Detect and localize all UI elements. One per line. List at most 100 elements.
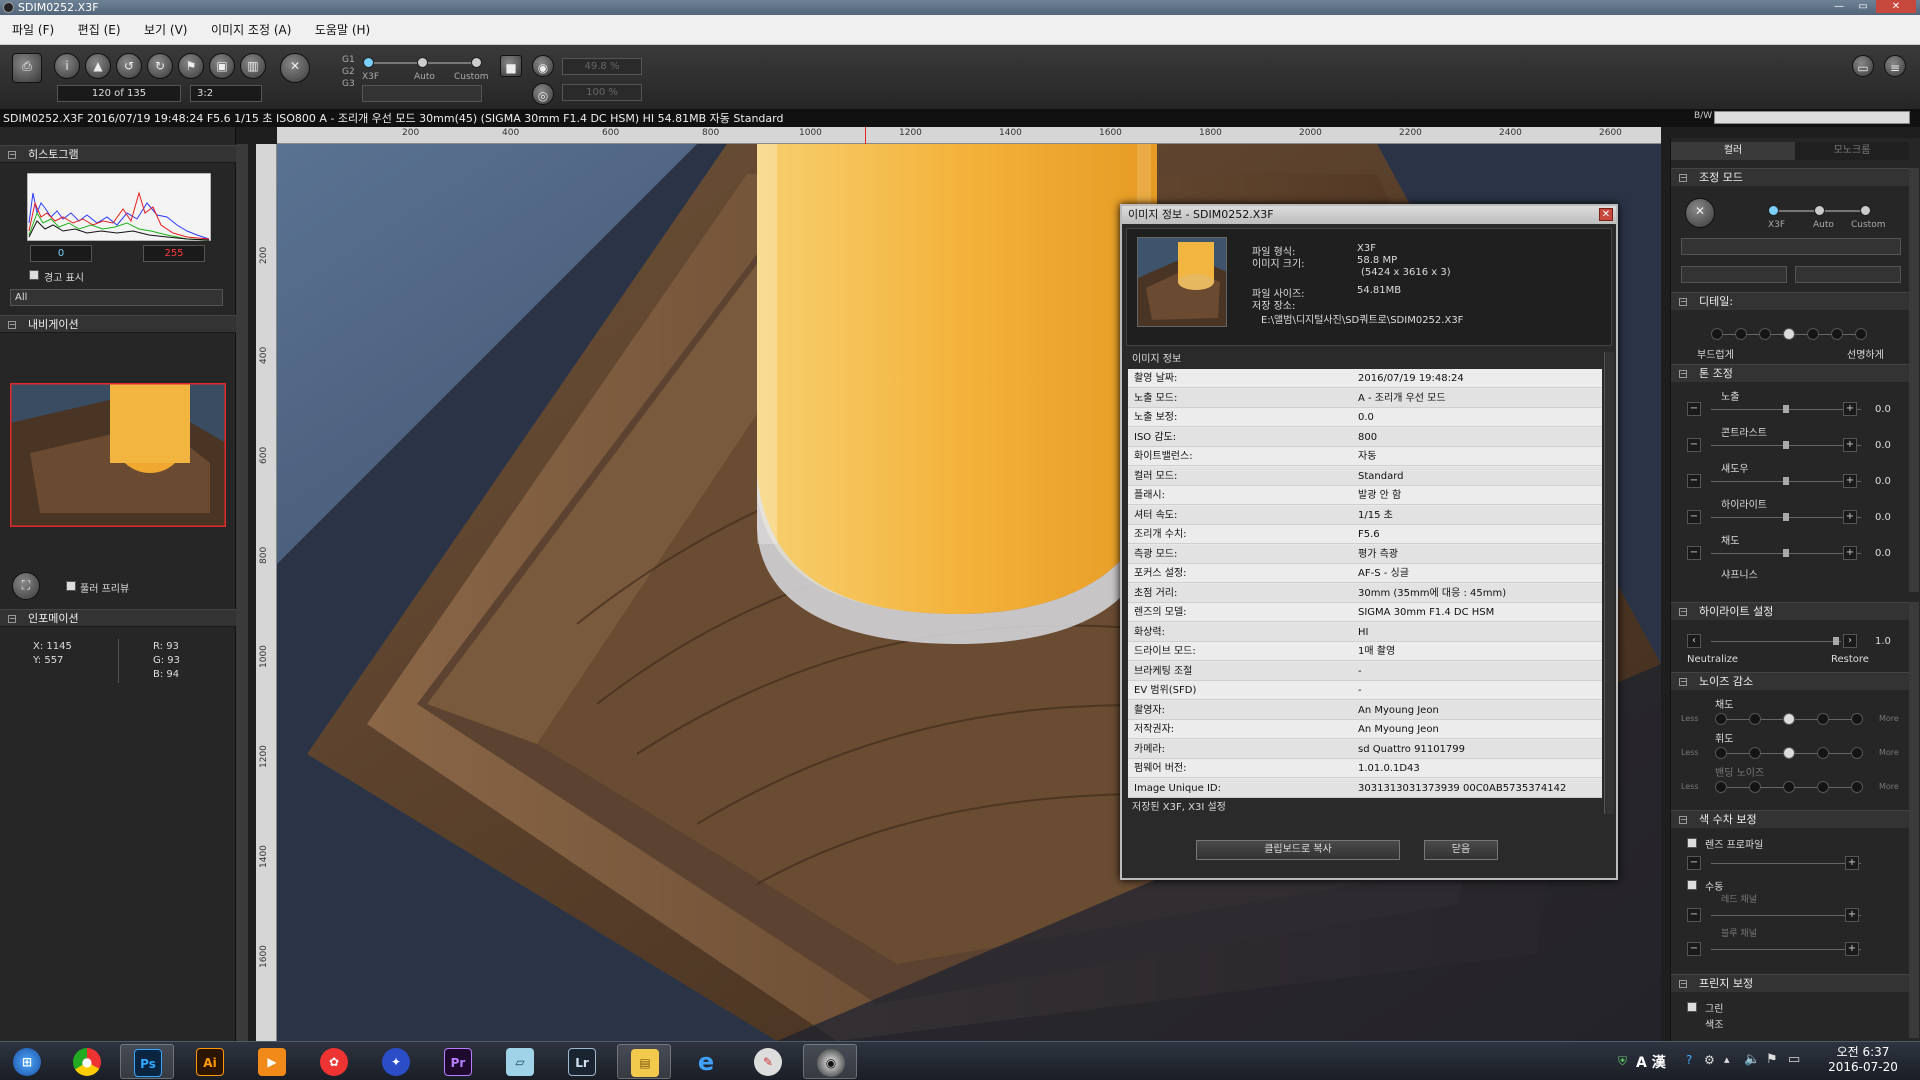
image-counter[interactable]: 120 of 135 <box>57 85 181 102</box>
hist-max-input[interactable]: 255 <box>143 245 205 262</box>
menu-edit[interactable]: 편집 (E) <box>70 15 129 45</box>
mode-select[interactable] <box>362 85 482 102</box>
collapse-icon[interactable]: − <box>8 615 16 623</box>
highlight-handle[interactable] <box>1783 513 1789 521</box>
menu-file[interactable]: 파일 (F) <box>4 15 62 45</box>
channel-select[interactable]: All <box>10 289 223 306</box>
flag-tray-icon[interactable]: ⚑ <box>1766 1052 1778 1067</box>
red-channel-track[interactable] <box>1711 915 1861 916</box>
full-preview-icon[interactable]: ⛶ <box>12 572 40 600</box>
taskbar-camera-app[interactable]: ✿ <box>307 1044 361 1079</box>
taskbar-illustrator[interactable]: Ai <box>183 1044 237 1079</box>
compare-icon[interactable]: ■ <box>500 55 522 77</box>
system-clock[interactable]: 오전 6:37 2016-07-20 <box>1818 1045 1908 1075</box>
mode-slider-knob-auto[interactable] <box>417 57 428 68</box>
taskbar-paint[interactable]: ✎ <box>741 1044 795 1079</box>
hist-min-input[interactable]: 0 <box>30 245 92 262</box>
menu-image-adjust[interactable]: 이미지 조정 (A) <box>203 15 299 45</box>
noise-step[interactable] <box>1817 747 1829 759</box>
minus-icon[interactable]: − <box>1687 474 1701 488</box>
noise-step[interactable] <box>1749 713 1761 725</box>
maximize-button[interactable]: ▭ <box>1852 0 1874 13</box>
ratio-select[interactable]: 3:2 <box>190 85 262 102</box>
lock-icon[interactable]: ▣ <box>209 53 235 79</box>
detail-step[interactable] <box>1759 328 1771 340</box>
detail-step[interactable] <box>1807 328 1819 340</box>
stamp-icon[interactable]: ▲ <box>85 53 111 79</box>
left-panel-scrollbar[interactable] <box>236 144 248 1041</box>
trash-icon[interactable]: ▥ <box>240 53 266 79</box>
start-button[interactable]: ⊞ <box>0 1044 54 1079</box>
dialog-title-bar[interactable]: 이미지 정보 - SDIM0252.X3F <box>1122 206 1616 224</box>
shield-icon[interactable]: ⛨ <box>1618 1054 1627 1069</box>
collapse-icon[interactable]: − <box>1679 370 1687 378</box>
zoom-fit-value[interactable]: 49.8 % <box>562 58 642 75</box>
minus-icon[interactable]: − <box>1687 510 1701 524</box>
mode-slider-knob-x3f[interactable] <box>363 57 374 68</box>
contrast-handle[interactable] <box>1783 441 1789 449</box>
noise-step[interactable] <box>1715 747 1727 759</box>
plus-icon[interactable]: + <box>1843 546 1857 560</box>
noise-step-selected[interactable] <box>1783 713 1795 725</box>
adjust-mode-header[interactable]: − 조정 모드 <box>1671 168 1909 186</box>
color-correction-header[interactable]: − 색 수차 보정 <box>1671 810 1909 828</box>
noise-step[interactable] <box>1851 781 1863 793</box>
info-icon[interactable]: i <box>54 53 80 79</box>
noise-step[interactable] <box>1817 713 1829 725</box>
rotate-left-icon[interactable]: ↺ <box>116 53 142 79</box>
highlight-setting-header[interactable]: − 하이라이트 설정 <box>1671 602 1909 620</box>
collapse-icon[interactable]: − <box>1679 980 1687 988</box>
dialog-close-icon[interactable]: ✕ <box>1599 208 1613 221</box>
collapse-icon[interactable]: − <box>8 151 16 159</box>
collapse-icon[interactable]: − <box>1679 174 1687 182</box>
plus-icon[interactable]: + <box>1843 510 1857 524</box>
highlight-setting-handle[interactable] <box>1833 637 1839 645</box>
minus-icon[interactable]: − <box>1687 402 1701 416</box>
full-preview-checkbox[interactable] <box>66 581 76 591</box>
noise-step[interactable] <box>1783 781 1795 793</box>
minimize-button[interactable]: — <box>1828 0 1850 13</box>
minus-icon[interactable]: − <box>1687 546 1701 560</box>
network-icon[interactable]: ▭ <box>1788 1052 1800 1067</box>
ime-indicator[interactable]: A 漢 <box>1636 1052 1666 1072</box>
histogram-header[interactable]: − 히스토그램 <box>0 145 236 163</box>
settings-icon[interactable]: ⚙ <box>1704 1053 1715 1067</box>
menu-list-icon[interactable]: ≡ <box>1884 55 1906 77</box>
noise-step[interactable] <box>1749 781 1761 793</box>
detail-step[interactable] <box>1855 328 1867 340</box>
chevron-up-icon[interactable]: ▴ <box>1724 1053 1730 1066</box>
taskbar-notes[interactable]: ▱ <box>493 1044 547 1079</box>
minus-icon[interactable]: − <box>1687 856 1701 870</box>
adjust-mode-knob-x3f[interactable] <box>1768 205 1779 216</box>
taskbar-lightroom[interactable]: Lr <box>555 1044 609 1079</box>
green-checkbox[interactable] <box>1687 1002 1697 1012</box>
dialog-scrollbar[interactable] <box>1604 352 1614 814</box>
detail-step[interactable] <box>1735 328 1747 340</box>
lens-profile-track[interactable] <box>1711 863 1861 864</box>
tab-color[interactable]: 컬러 <box>1671 142 1795 160</box>
adjust-mode-knob-custom[interactable] <box>1860 205 1871 216</box>
noise-step[interactable] <box>1715 781 1727 793</box>
exposure-handle[interactable] <box>1783 405 1789 413</box>
fringe-header[interactable]: − 프린지 보정 <box>1671 974 1909 992</box>
noise-step[interactable] <box>1851 747 1863 759</box>
collapse-icon[interactable]: − <box>1679 298 1687 306</box>
help-icon[interactable]: ? <box>1686 1053 1692 1067</box>
taskbar-browser[interactable]: ✦ <box>369 1044 423 1079</box>
lens-profile-checkbox[interactable] <box>1687 838 1697 848</box>
taskbar-media-player[interactable]: ▶ <box>245 1044 299 1079</box>
information-header[interactable]: − 인포메이션 <box>0 609 236 627</box>
taskbar-premiere[interactable]: Pr <box>431 1044 485 1079</box>
plus-icon[interactable]: + <box>1843 474 1857 488</box>
noise-header[interactable]: − 노이즈 감소 <box>1671 672 1909 690</box>
plus-icon[interactable]: + <box>1845 908 1859 922</box>
menu-help[interactable]: 도움말 (H) <box>307 15 378 45</box>
aperture-icon[interactable]: ✕ <box>280 53 310 83</box>
bw-slider[interactable] <box>1714 111 1910 124</box>
speaker-icon[interactable]: 🔈 <box>1744 1052 1760 1067</box>
detail-step[interactable] <box>1711 328 1723 340</box>
detail-header[interactable]: − 디테일: <box>1671 292 1909 310</box>
menu-view[interactable]: 보기 (V) <box>136 15 195 45</box>
flag-icon[interactable]: ⚑ <box>178 53 204 79</box>
load-settings-button[interactable] <box>1795 266 1901 283</box>
